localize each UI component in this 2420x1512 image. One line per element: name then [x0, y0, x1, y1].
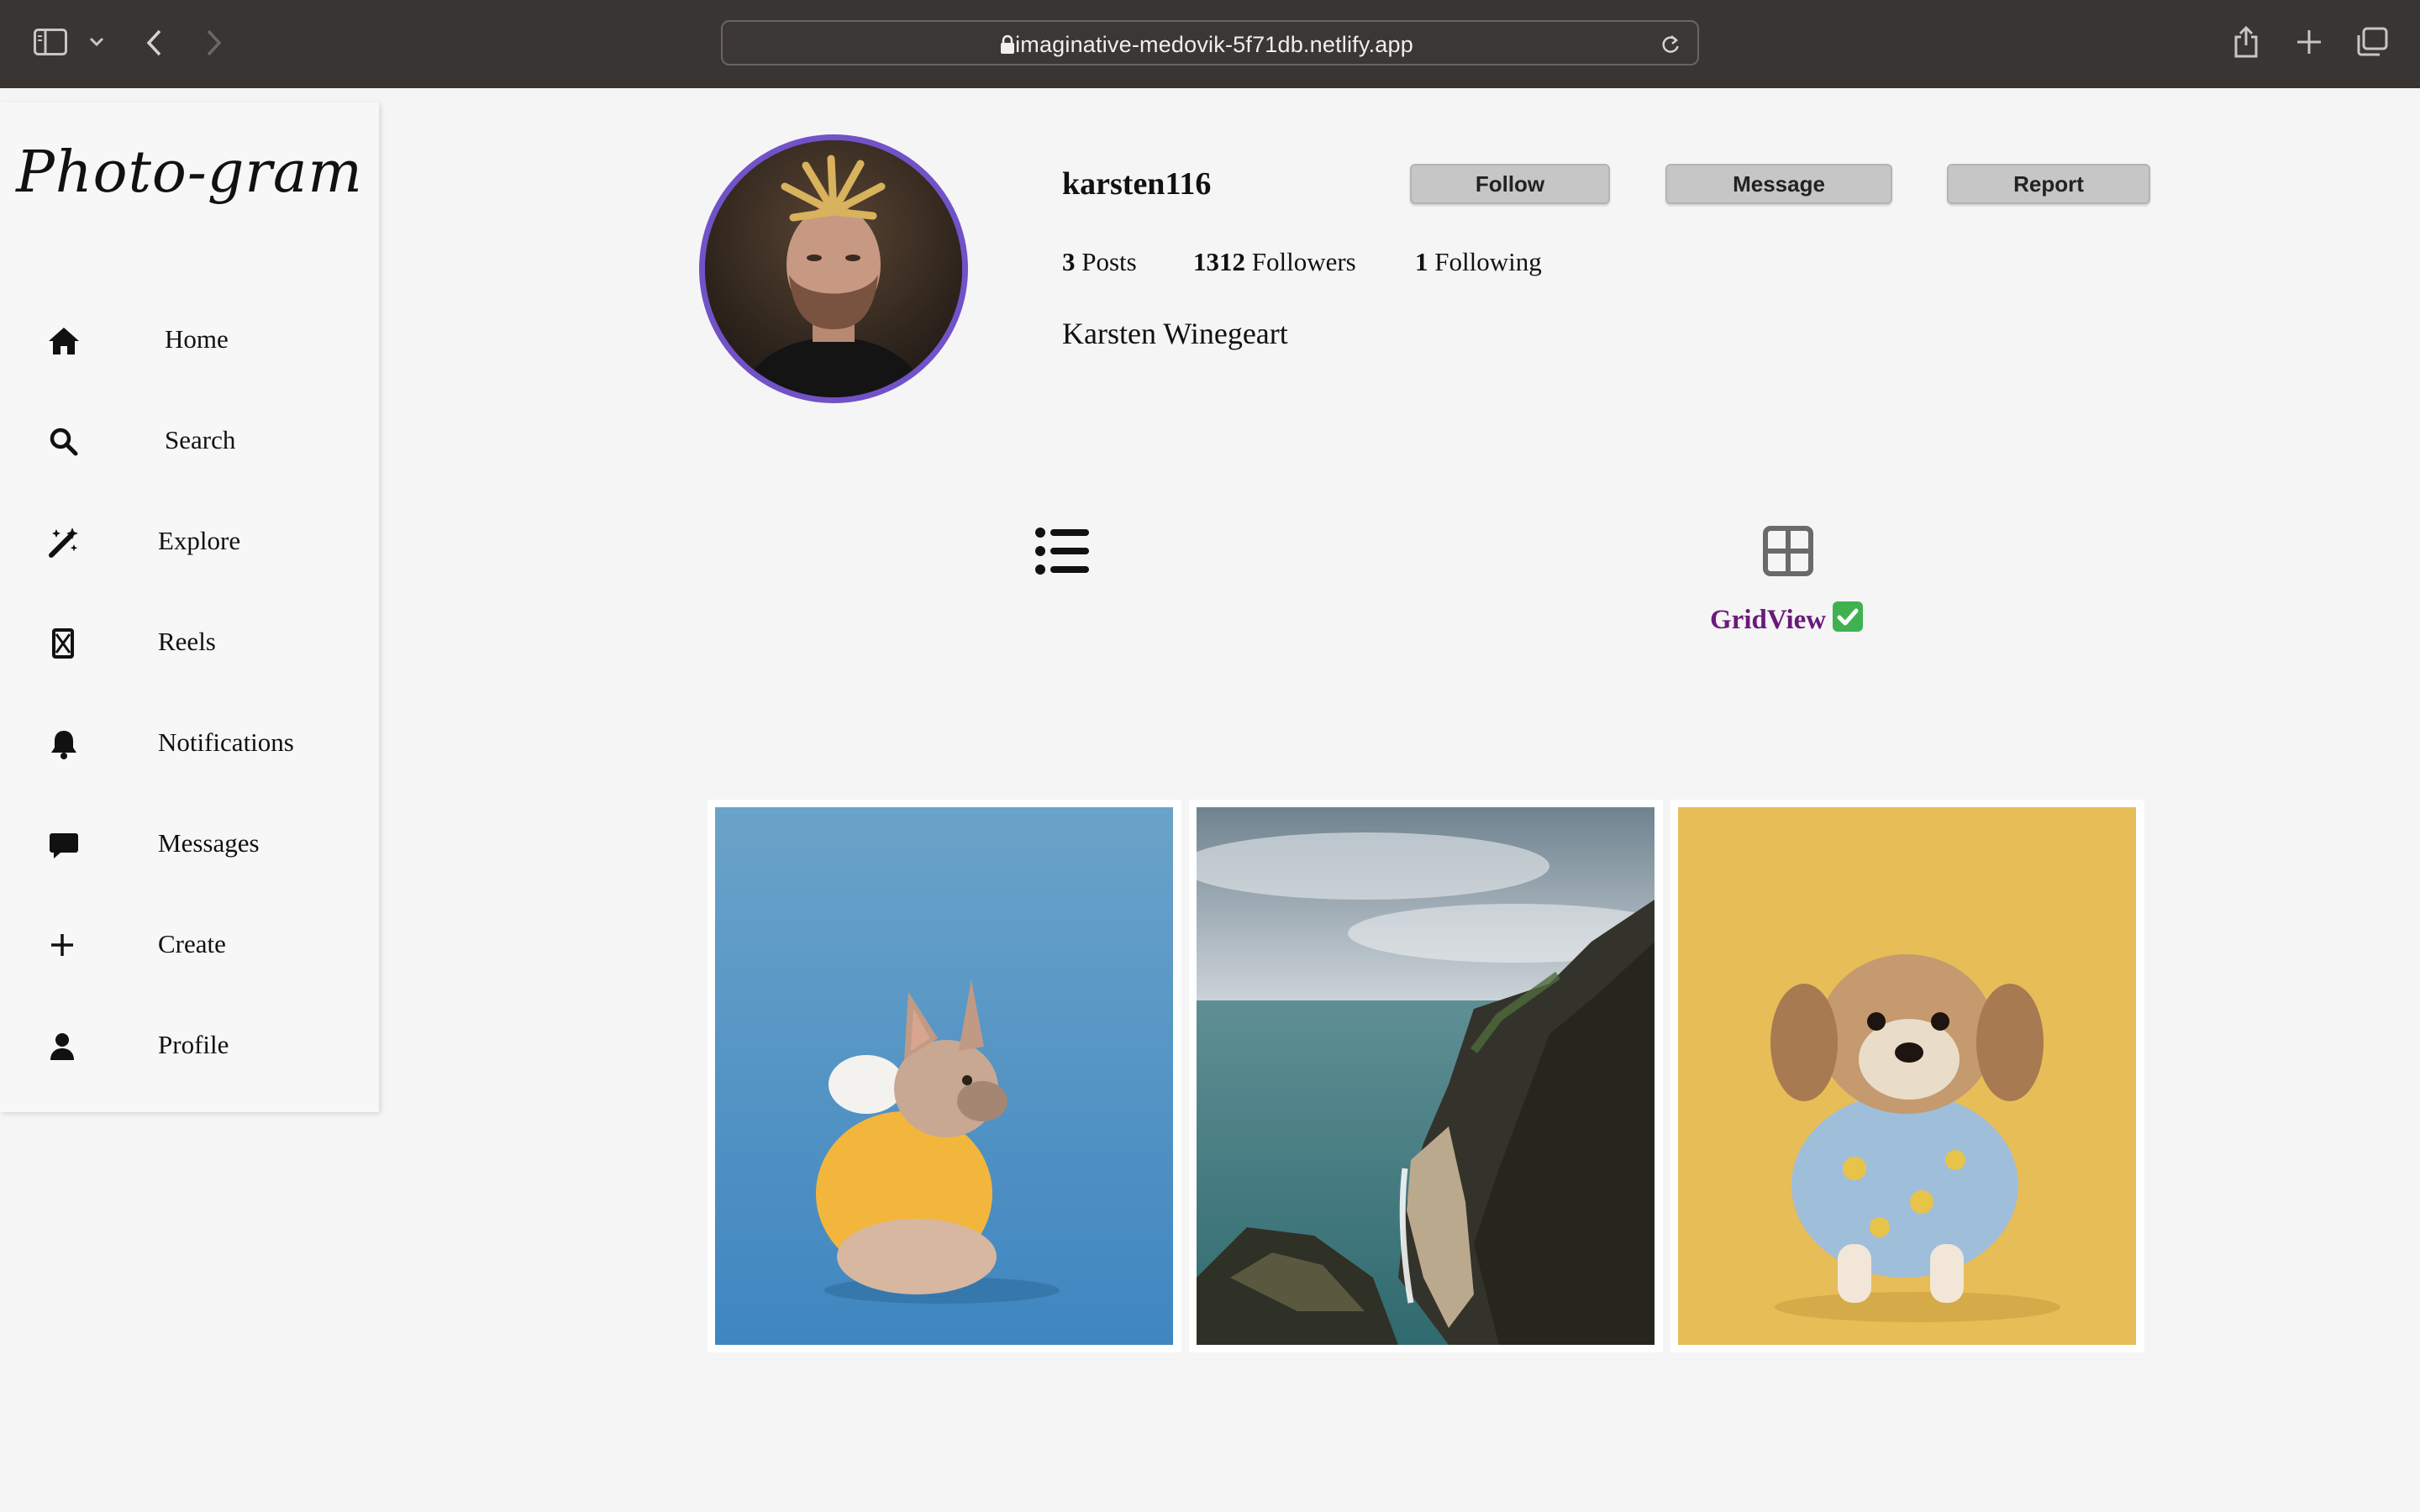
following-count: 1: [1415, 247, 1428, 276]
sidebar-item-home[interactable]: Home: [0, 301, 379, 376]
post-image: [1197, 807, 1655, 1345]
app-logo[interactable]: Photo-gram: [0, 139, 379, 206]
home-icon: [49, 328, 79, 354]
sidebar-item-label: Profile: [158, 1030, 229, 1059]
new-tab-icon[interactable]: [2296, 29, 2323, 55]
following-label: Following: [1434, 247, 1542, 276]
gridview-label[interactable]: GridView: [1710, 601, 1864, 636]
post-thumbnail[interactable]: [1189, 800, 1663, 1352]
sidebar-item-messages[interactable]: Messages: [0, 805, 379, 880]
sidebar-toggle-icon[interactable]: [34, 29, 67, 55]
sidebar-item-label: Search: [165, 425, 236, 454]
browser-toolbar: imaginative-medovik-5f71db.netlify.app: [0, 0, 2420, 88]
followers-stat[interactable]: 1312 Followers: [1193, 247, 1356, 277]
chat-bubble-icon: [50, 833, 78, 858]
list-view-icon[interactable]: [1035, 526, 1091, 576]
following-stat[interactable]: 1 Following: [1415, 247, 1542, 277]
user-icon: [50, 1033, 74, 1060]
search-icon: [50, 428, 78, 456]
sidebar-item-label: Create: [158, 929, 226, 958]
sidebar-item-label: Explore: [158, 526, 241, 555]
posts-label: Posts: [1081, 247, 1137, 276]
back-arrow-icon[interactable]: [145, 29, 163, 57]
check-mark-emoji-icon: [1833, 601, 1864, 632]
sidebar-item-label: Home: [165, 324, 229, 354]
posts-stat: 3 Posts: [1062, 247, 1137, 277]
sidebar-item-notifications[interactable]: Notifications: [0, 704, 379, 780]
french-bulldog-image: [715, 807, 1173, 1345]
avatar[interactable]: [699, 134, 968, 403]
report-button[interactable]: Report: [1947, 164, 2150, 204]
post-thumbnail[interactable]: [708, 800, 1181, 1352]
dog-banana-shirt-image: [1678, 807, 2136, 1345]
sidebar-item-label: Reels: [158, 627, 216, 656]
sidebar-item-profile[interactable]: Profile: [0, 1006, 379, 1082]
followers-count: 1312: [1193, 247, 1245, 276]
bell-icon: [51, 731, 76, 759]
sidebar: Photo-gram Home Search Explore Reels Not…: [0, 102, 379, 1112]
gridview-text: GridView: [1710, 605, 1827, 635]
follow-button[interactable]: Follow: [1410, 164, 1610, 204]
plus-icon: [51, 934, 73, 956]
reels-icon: [52, 628, 74, 659]
sidebar-item-search[interactable]: Search: [0, 402, 379, 477]
grid-view-icon[interactable]: [1763, 526, 1813, 576]
reload-icon[interactable]: [1660, 34, 1681, 55]
post-image: [1678, 807, 2136, 1345]
profile-photo: [705, 140, 962, 397]
share-icon[interactable]: [2233, 25, 2259, 59]
sidebar-item-create[interactable]: Create: [0, 906, 379, 981]
message-button[interactable]: Message: [1665, 164, 1892, 204]
username: karsten116: [1062, 166, 1212, 202]
posts-count: 3: [1062, 247, 1076, 276]
post-image: [715, 807, 1173, 1345]
sidebar-item-explore[interactable]: Explore: [0, 502, 379, 578]
sidebar-item-label: Notifications: [158, 727, 294, 757]
sidebar-item-reels[interactable]: Reels: [0, 603, 379, 679]
url-text: imaginative-medovik-5f71db.netlify.app: [1015, 32, 1413, 57]
sidebar-item-label: Messages: [158, 828, 260, 858]
tab-overview-icon[interactable]: [2356, 27, 2388, 57]
full-name: Karsten Winegeart: [1062, 317, 1288, 350]
followers-label: Followers: [1251, 247, 1356, 276]
post-thumbnail[interactable]: [1670, 800, 2144, 1352]
forward-arrow-icon[interactable]: [205, 29, 224, 57]
chevron-down-icon[interactable]: [89, 37, 104, 47]
address-bar[interactable]: imaginative-medovik-5f71db.netlify.app: [721, 20, 1699, 66]
coastal-cliffs-image: [1197, 807, 1655, 1345]
magic-wand-icon: [49, 528, 78, 558]
